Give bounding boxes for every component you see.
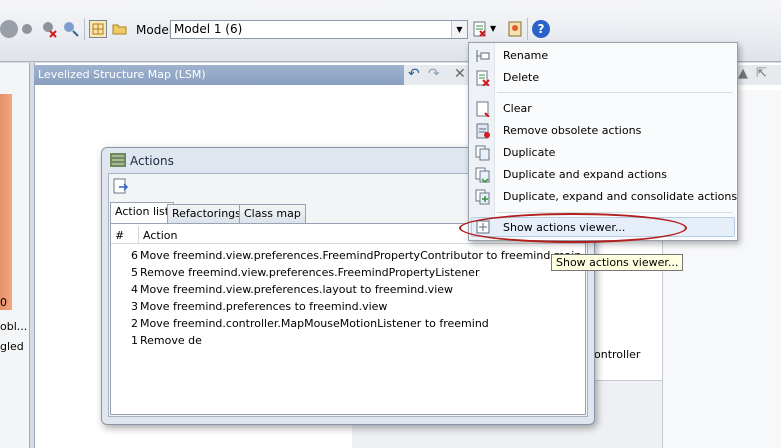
left-panel-text: gled xyxy=(0,340,24,353)
model-select-value: Model 1 (6) xyxy=(174,22,243,36)
undo-icon[interactable]: ↶ xyxy=(408,66,420,82)
close-icon[interactable]: ✕ xyxy=(454,66,466,82)
expand-icon[interactable]: ⇱ xyxy=(756,66,767,81)
toolbar-separator xyxy=(84,18,85,40)
model-select[interactable]: Model 1 (6) ▼ xyxy=(170,20,468,39)
gray-circle-icon[interactable] xyxy=(0,20,18,38)
redo-icon[interactable]: ↷ xyxy=(428,66,440,82)
table-row[interactable]: Remove freemind.view.preferences.Freemin… xyxy=(140,266,479,279)
table-row[interactable]: Move freemind.controller.MapMouseMotionL… xyxy=(140,317,489,330)
tab-action-list[interactable]: Action list xyxy=(110,202,175,223)
actions-menu-icon[interactable] xyxy=(472,20,490,38)
table-row-number: 5 xyxy=(131,266,138,279)
right-panel-text: ontroller xyxy=(594,348,641,361)
actions-dropdown-arrow-icon[interactable]: ▼ xyxy=(490,24,496,33)
clear-icon xyxy=(475,101,491,118)
annotation-ellipse xyxy=(459,213,687,243)
help-icon[interactable]: ? xyxy=(532,20,550,38)
gray-dot-icon[interactable] xyxy=(22,24,32,34)
table-row-number: 2 xyxy=(131,317,138,330)
table-row-number: 3 xyxy=(131,300,138,313)
duplicate-consolidate-icon xyxy=(475,189,491,205)
open-folder-icon[interactable] xyxy=(111,20,129,38)
duplicate-icon xyxy=(475,145,491,161)
actions-window-icon xyxy=(110,153,126,167)
left-panel-text: 0 xyxy=(0,296,7,309)
rename-icon xyxy=(475,48,491,64)
tooltip: Show actions viewer... xyxy=(551,254,684,271)
duplicate-expand-icon xyxy=(475,167,491,184)
delete-icon xyxy=(475,70,491,87)
column-header-action[interactable]: Action xyxy=(143,229,177,242)
table-row[interactable]: Move freemind.view.preferences.layout to… xyxy=(140,283,453,296)
table-row[interactable]: Move freemind.view.preferences.FreemindP… xyxy=(140,249,581,262)
menu-item-remove-obsolete[interactable]: Remove obsolete actions xyxy=(503,124,641,137)
report-icon[interactable] xyxy=(506,20,524,38)
menu-item-duplicate[interactable]: Duplicate xyxy=(503,146,555,159)
tab-refactorings[interactable]: Refactorings xyxy=(167,204,246,223)
menu-item-duplicate-expand[interactable]: Duplicate and expand actions xyxy=(503,168,667,181)
menu-item-rename[interactable]: Rename xyxy=(503,49,548,62)
left-panel-text: obl... xyxy=(0,320,28,333)
table-row-number: 4 xyxy=(131,283,138,296)
lsm-title: Levelized Structure Map (LSM) xyxy=(34,65,404,85)
export-actions-icon[interactable] xyxy=(113,178,129,194)
chevron-down-icon[interactable]: ▼ xyxy=(451,21,467,38)
delete-node-icon[interactable] xyxy=(40,20,58,38)
left-panel-colored-strip xyxy=(0,94,12,310)
menu-separator xyxy=(497,92,733,93)
table-row-number: 6 xyxy=(131,249,138,262)
column-header-number[interactable]: # xyxy=(115,229,124,242)
table-row-number: 1 xyxy=(131,334,138,347)
tab-class-map[interactable]: Class map xyxy=(239,204,306,223)
menu-separator xyxy=(497,212,733,213)
menu-item-clear[interactable]: Clear xyxy=(503,102,532,115)
remove-obsolete-icon xyxy=(475,123,491,139)
table-row[interactable]: Remove de xyxy=(140,334,202,347)
menu-item-duplicate-consolidate[interactable]: Duplicate, expand and consolidate action… xyxy=(503,190,737,203)
search-node-icon[interactable] xyxy=(62,20,80,38)
grid-view-icon[interactable] xyxy=(89,20,107,38)
toolbar-separator xyxy=(527,18,528,40)
table-row[interactable]: Move freemind.preferences to freemind.vi… xyxy=(140,300,387,313)
column-divider xyxy=(138,226,139,244)
menu-item-delete[interactable]: Delete xyxy=(503,71,539,84)
actions-window-title: Actions xyxy=(130,154,174,168)
move-up-icon[interactable]: ▲ xyxy=(738,66,748,81)
